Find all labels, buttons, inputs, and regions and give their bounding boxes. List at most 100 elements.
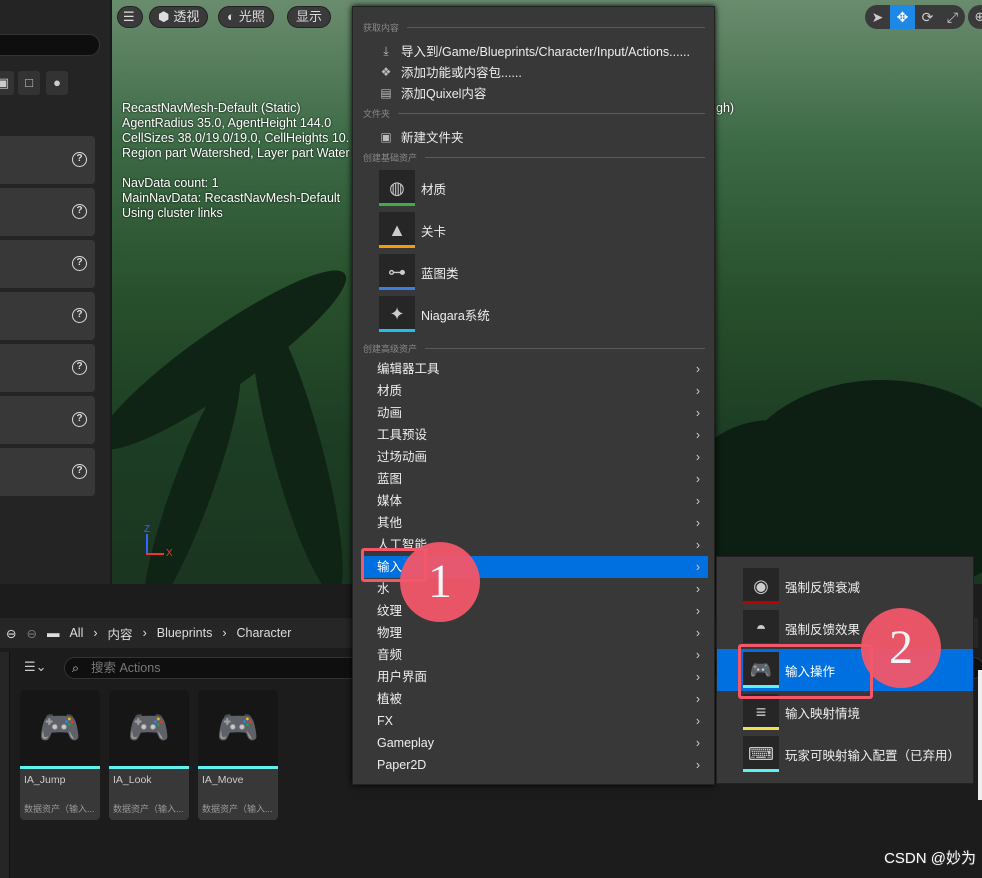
menu-item-category[interactable]: 编辑器工具 › (361, 358, 708, 380)
breadcrumb-item[interactable]: All (69, 626, 83, 640)
breadcrumb-item[interactable]: 内容 (108, 624, 133, 643)
menu-item-label: 编辑器工具 (377, 362, 440, 376)
lighting-label: 光照 (238, 9, 265, 24)
help-icon[interactable]: ? (72, 360, 87, 375)
help-icon[interactable]: ? (72, 256, 87, 271)
asset-type: 数据资产（输入... (113, 804, 184, 814)
menu-item-category[interactable]: 用户界面 › (361, 666, 708, 688)
menu-item-category[interactable]: 物理 › (361, 622, 708, 644)
chevron-right-icon: › (695, 362, 700, 376)
menu-item-label: 纹理 (377, 604, 403, 618)
details-row[interactable]: ? (0, 396, 95, 444)
help-icon[interactable]: ? (72, 464, 87, 479)
menu-item-level[interactable]: ▲ 关卡 (379, 211, 446, 249)
mapping-context-icon: ≡ (743, 694, 779, 730)
menu-item-category[interactable]: 植被 › (361, 688, 708, 710)
menu-item-import[interactable]: ⤓ 导入到/Game/Blueprints/Character/Input/Act… (379, 41, 690, 60)
step-badge-1: 1 (400, 542, 480, 622)
import-icon: ⤓ (383, 43, 389, 58)
details-panel: ▣ □ ● ? ? ? ? ? ? ? (0, 0, 110, 584)
asset-type: 数据资产（输入... (24, 804, 95, 814)
details-row[interactable]: ? (0, 136, 95, 184)
submenu-item[interactable]: ◉ 强制反馈衰减 (717, 565, 973, 607)
folder-icon: ▬ (46, 626, 60, 640)
cube-icon: ⬢ (158, 9, 170, 24)
filter-icon[interactable]: ☰⌄ (24, 659, 47, 675)
perspective-button[interactable]: ⬢ 透视 (149, 6, 209, 28)
cube-icon[interactable]: □ (18, 71, 40, 95)
breadcrumb-item[interactable]: Character (237, 626, 292, 640)
menu-item-label: 过场动画 (377, 450, 428, 464)
menu-item-category[interactable]: FX › (361, 710, 708, 732)
menu-item-category[interactable]: 工具预设 › (361, 424, 708, 446)
menu-item-blueprint-class[interactable]: ⊶ 蓝图类 (379, 253, 459, 291)
details-row[interactable]: ? (0, 240, 95, 288)
menu-item-label: 物理 (377, 626, 403, 640)
menu-item-category[interactable]: 材质 › (361, 380, 708, 402)
menu-item-label: 其他 (377, 516, 403, 530)
viewport-menu-button[interactable]: ☰ (117, 6, 143, 28)
asset-tile[interactable]: 🎮 IA_Move 数据资产（输入... (198, 690, 278, 820)
details-row[interactable]: ? (0, 448, 95, 496)
navmesh-info-fragment: gh) (716, 101, 735, 115)
details-row[interactable]: ? (0, 292, 95, 340)
menu-item-label: 植被 (377, 692, 403, 706)
back-icon[interactable]: ⊖ (6, 626, 16, 641)
menu-item-category[interactable]: 媒体 › (361, 490, 708, 512)
rotate-icon[interactable]: ⟳ (915, 5, 940, 29)
section-get-content: 获取内容 (363, 21, 705, 34)
show-button[interactable]: 显示 (287, 6, 332, 28)
select-icon[interactable]: ➤ (865, 5, 890, 29)
menu-item-quixel[interactable]: ▤ 添加Quixel内容 (379, 83, 486, 102)
navmesh-info: RecastNavMesh-Default (Static) AgentRadiu… (122, 101, 350, 220)
menu-item-category[interactable]: 蓝图 › (361, 468, 708, 490)
help-icon[interactable]: ? (72, 308, 87, 323)
blueprint-icon: ⊶ (379, 254, 415, 290)
menu-item-label: 动画 (377, 406, 403, 420)
chevron-right-icon: › (695, 626, 700, 640)
asset-type: 数据资产（输入... (202, 804, 273, 814)
sources-panel (0, 652, 10, 878)
watermark: CSDN @妙为 (884, 850, 976, 867)
section-folder: 文件夹 (363, 107, 705, 120)
menu-item-label: 蓝图 (377, 472, 403, 486)
menu-item-category[interactable]: Gameplay › (361, 732, 708, 754)
scale-icon[interactable]: ⤢ (940, 5, 965, 29)
help-icon[interactable]: ? (72, 152, 87, 167)
add-pack-icon: ❖ (380, 64, 392, 79)
chevron-right-icon: › (695, 384, 700, 398)
menu-item-material[interactable]: ◍ 材质 (379, 169, 446, 207)
menu-item-category[interactable]: Paper2D › (361, 754, 708, 776)
menu-item-label: 水 (377, 582, 390, 596)
forward-icon[interactable]: ⊖ (26, 626, 36, 641)
menu-item-label: Paper2D (377, 758, 427, 772)
menu-item-niagara[interactable]: ✦ Niagara系统 (379, 295, 490, 333)
move-icon[interactable]: ✥ (890, 5, 915, 29)
help-icon[interactable]: ? (72, 412, 87, 427)
menu-item-category[interactable]: 过场动画 › (361, 446, 708, 468)
submenu-item[interactable]: ⌨ 玩家可映射输入配置（已弃用） (717, 733, 973, 775)
chevron-right-icon: › (695, 516, 700, 530)
asset-tile[interactable]: 🎮 IA_Jump 数据资产（输入... (20, 690, 100, 820)
lighting-button[interactable]: ◐ 光照 (218, 6, 274, 28)
help-icon[interactable]: ? (72, 204, 87, 219)
section-advanced-assets: 创建高级资产 (363, 342, 705, 355)
chevron-right-icon: › (695, 472, 700, 486)
chevron-right-icon: › (695, 560, 700, 574)
layers-icon[interactable]: ● (46, 71, 68, 95)
submenu-item-label: 强制反馈衰减 (785, 580, 861, 595)
add-context-menu: 获取内容 ⤓ 导入到/Game/Blueprints/Character/Inpu… (352, 6, 715, 785)
asset-tile[interactable]: 🎮 IA_Look 数据资产（输入... (109, 690, 189, 820)
details-row[interactable]: ? (0, 188, 95, 236)
menu-item-label: 媒体 (377, 494, 403, 508)
submenu-item-label: 强制反馈效果 (785, 622, 861, 637)
menu-item-add-pack[interactable]: ❖ 添加功能或内容包...... (379, 62, 522, 81)
menu-item-category[interactable]: 音频 › (361, 644, 708, 666)
view-option-button[interactable]: ▣ (0, 71, 14, 95)
menu-item-category[interactable]: 其他 › (361, 512, 708, 534)
menu-item-new-folder[interactable]: ▣ 新建文件夹 (379, 127, 463, 146)
menu-item-category[interactable]: 动画 › (361, 402, 708, 424)
details-row[interactable]: ? (0, 344, 95, 392)
details-search-input[interactable] (0, 34, 100, 56)
breadcrumb-item[interactable]: Blueprints (157, 626, 213, 640)
